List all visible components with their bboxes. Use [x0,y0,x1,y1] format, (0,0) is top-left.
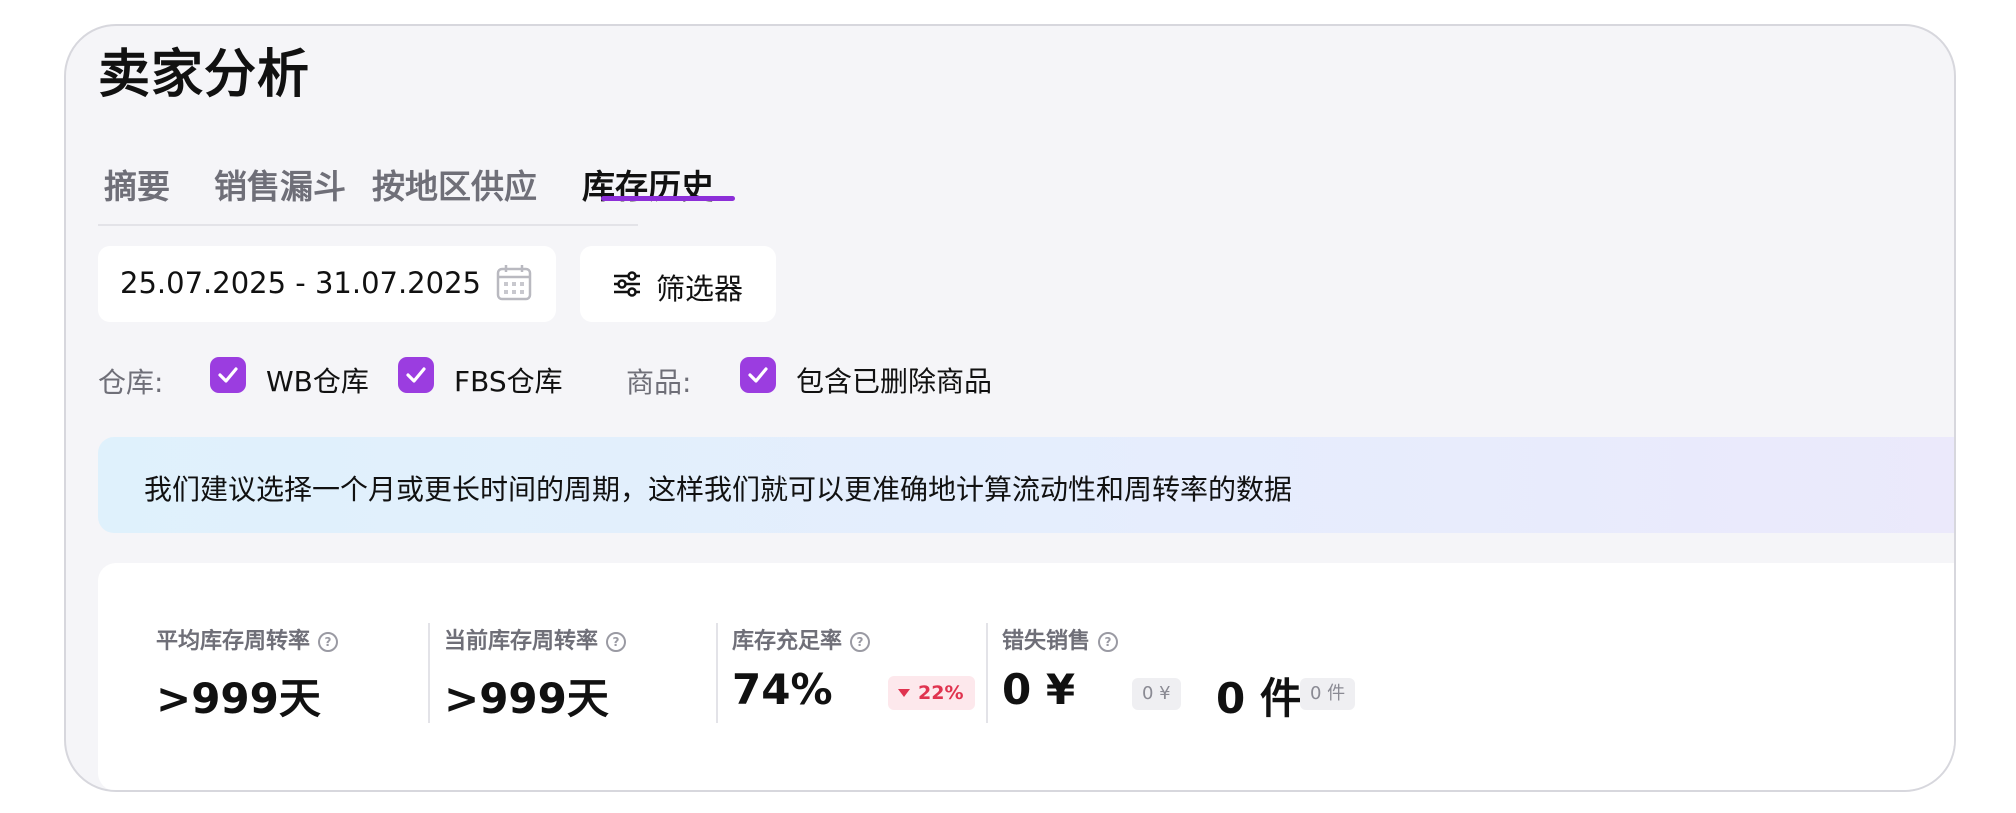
analytics-card: 卖家分析 摘要 销售漏斗 按地区供应 库存历史 25.07.2025 - 31.… [64,24,1956,792]
help-icon[interactable]: ? [606,632,627,652]
stat-divider [986,623,988,723]
stat-divider [428,623,430,723]
checkbox-include-deleted[interactable] [740,357,776,393]
help-icon[interactable]: ? [850,632,871,652]
stat-stock-sufficiency-label-text: 库存充足率 [732,629,843,654]
stat-avg-turnover-label-text: 平均库存周转率 [156,629,311,654]
checkbox-include-deleted-label: 包含已删除商品 [796,365,993,398]
warehouse-label: 仓库: [98,366,164,399]
filters-button-label: 筛选器 [656,272,744,306]
tab-summary[interactable]: 摘要 [104,160,170,208]
stat-stock-sufficiency-label: 库存充足率? [732,623,871,655]
stats-panel: 平均库存周转率? >999天 当前库存周转率? >999天 库存充足率? 74%… [98,563,1954,790]
tab-bar: 摘要 销售漏斗 按地区供应 库存历史 [98,138,714,226]
stat-current-turnover-label: 当前库存周转率? [444,623,627,655]
checkbox-fbs-warehouse[interactable] [398,357,434,393]
info-banner: 我们建议选择一个月或更长时间的周期，这样我们就可以更准确地计算流动性和周转率的数… [98,437,1954,533]
stat-divider [716,623,718,723]
arrow-down-icon [898,689,910,697]
help-icon[interactable]: ? [318,632,339,652]
tab-supply-by-region[interactable]: 按地区供应 [372,160,537,208]
tab-sales-funnel[interactable]: 销售漏斗 [214,160,346,208]
stat-missed-sales-units: 0 件 [1216,674,1302,723]
stat-missed-sales-money-badge: 0 ¥ [1132,678,1181,710]
stat-missed-sales-label: 错失销售? [1002,623,1119,655]
stat-stock-sufficiency-change: 22% [918,682,964,704]
checkbox-wb-warehouse[interactable] [210,357,246,393]
date-range-picker[interactable]: 25.07.2025 - 31.07.2025 [98,246,556,322]
checkbox-wb-warehouse-label: WB仓库 [266,365,369,398]
filters-button[interactable]: 筛选器 [580,246,776,322]
check-icon [218,367,238,383]
sliders-icon [614,271,640,297]
date-range-value: 25.07.2025 - 31.07.2025 [120,266,481,300]
stat-stock-sufficiency-change-badge: 22% [888,676,976,710]
help-icon[interactable]: ? [1098,632,1119,652]
stat-stock-sufficiency-value: 74% [732,665,833,714]
stat-avg-turnover-label: 平均库存周转率? [156,623,339,655]
stat-missed-sales-label-text: 错失销售 [1002,629,1091,654]
active-tab-indicator [601,196,735,201]
check-icon [406,367,426,383]
stat-avg-turnover-value: >999天 [156,674,321,723]
products-label: 商品: [626,366,692,399]
info-banner-text: 我们建议选择一个月或更长时间的周期，这样我们就可以更准确地计算流动性和周转率的数… [144,473,1293,506]
stat-current-turnover-value: >999天 [444,674,609,723]
calendar-icon [496,265,532,301]
page-title: 卖家分析 [98,45,311,105]
stat-current-turnover-label-text: 当前库存周转率 [444,629,599,654]
stat-missed-sales-units-badge: 0 件 [1300,678,1356,710]
stat-missed-sales-money: 0 ¥ [1002,665,1076,714]
check-icon [748,367,768,383]
checkbox-fbs-warehouse-label: FBS仓库 [454,365,563,398]
